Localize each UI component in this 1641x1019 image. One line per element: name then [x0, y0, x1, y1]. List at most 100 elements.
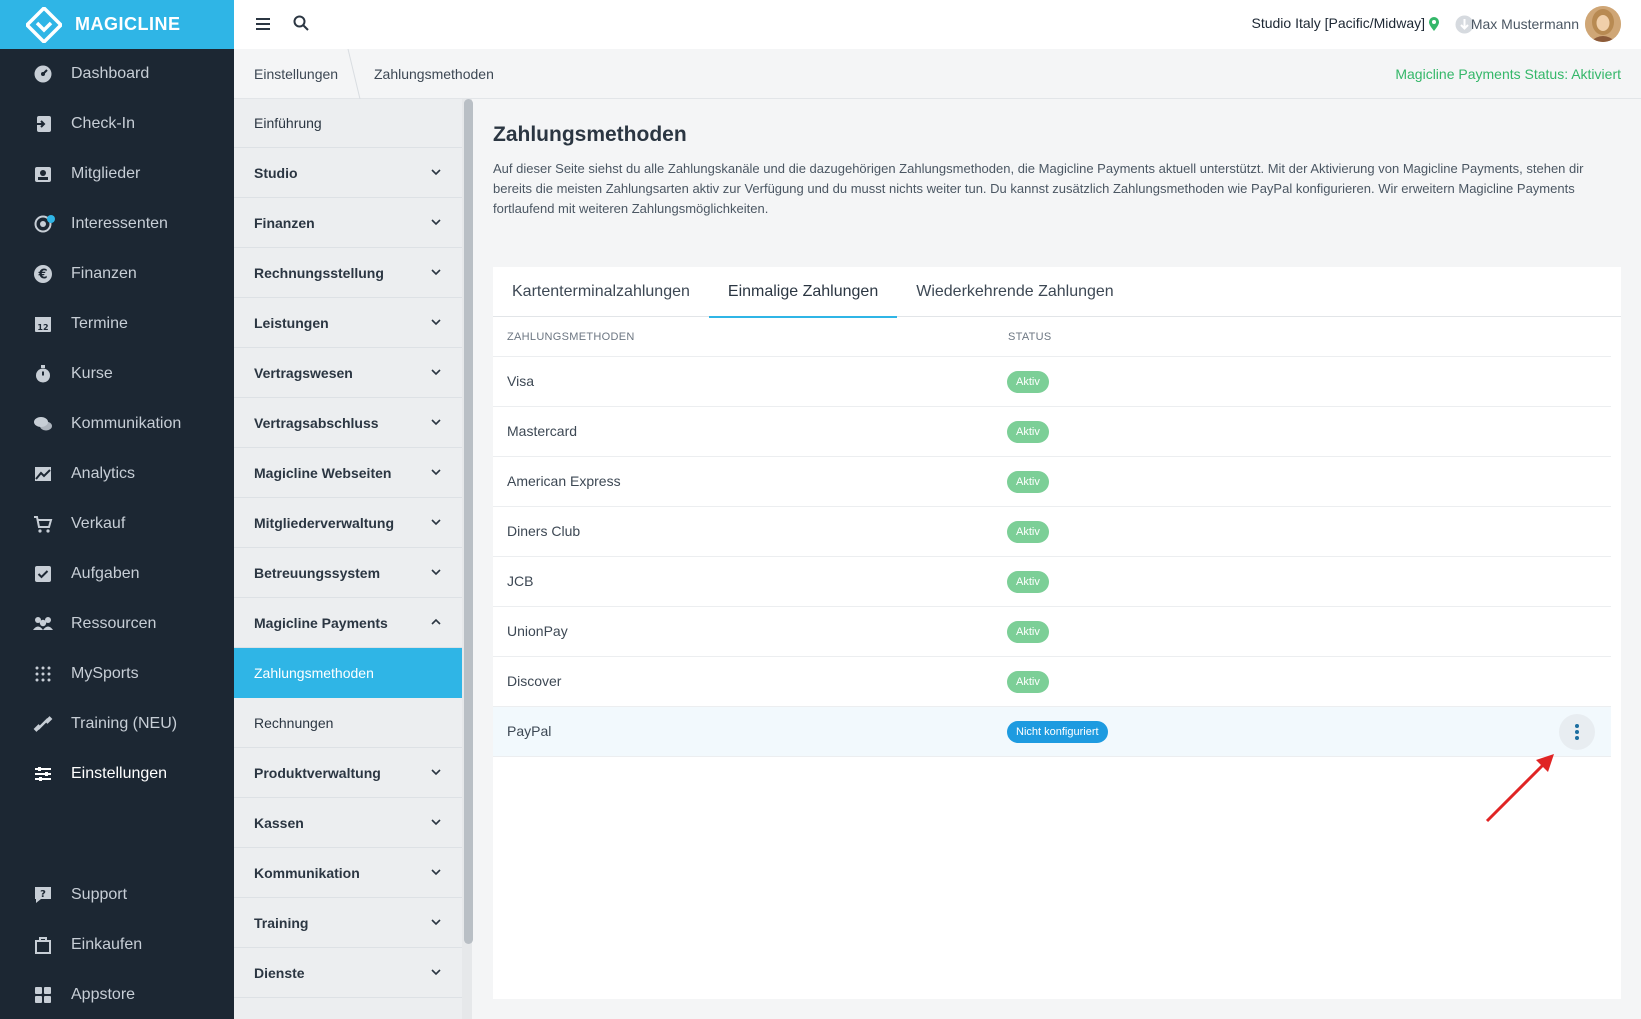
chevron-down-icon — [431, 519, 441, 526]
notification-dot — [47, 215, 55, 223]
chevron-down-icon — [431, 419, 441, 426]
submenu-item-betreuungssystem[interactable]: Betreuungssystem — [234, 548, 462, 598]
submenu-label: Vertragsabschluss — [254, 414, 379, 431]
nav-item-interessenten[interactable]: Interessenten — [0, 199, 234, 249]
checkbox-icon — [32, 563, 54, 585]
submenu-item-kommunikation[interactable]: Kommunikation — [234, 848, 462, 898]
submenu-label: Zahlungsmethoden — [254, 664, 374, 681]
submenu-item-dienste[interactable]: Dienste — [234, 948, 462, 998]
table-row[interactable]: Visa Aktiv — [493, 357, 1611, 407]
logo[interactable]: MAGICLINE — [0, 0, 234, 49]
submenu-item-mitgliederverwaltung[interactable]: Mitgliederverwaltung — [234, 498, 462, 548]
nav-item-dashboard[interactable]: Dashboard — [0, 49, 234, 99]
nav-item-analytics[interactable]: Analytics — [0, 449, 234, 499]
annotation-arrow-icon — [1485, 754, 1554, 823]
submenu-label: Dienste — [254, 964, 305, 981]
submenu-item-zahlungsmethoden[interactable]: Zahlungsmethoden — [234, 648, 462, 698]
nav-item-check-in[interactable]: Check-In — [0, 99, 234, 149]
submenu-item-rechnungen[interactable]: Rechnungen — [234, 698, 462, 748]
submenu-item-kassen[interactable]: Kassen — [234, 798, 462, 848]
table-row[interactable]: JCB Aktiv — [493, 557, 1611, 607]
user-name[interactable]: Max Mustermann — [1471, 16, 1579, 32]
search-icon[interactable] — [290, 12, 312, 34]
nav-item-aufgaben[interactable]: Aufgaben — [0, 549, 234, 599]
table-row-paypal[interactable]: PayPal Nicht konfiguriert — [493, 707, 1611, 757]
submenu-label: Vertragswesen — [254, 364, 353, 381]
nav-item-einkaufen[interactable]: Einkaufen — [0, 920, 234, 970]
payments-status: Magicline Payments Status: Aktiviert — [1395, 66, 1621, 82]
nav-label: Finanzen — [71, 265, 137, 282]
tab-kartenterminalzahlungen[interactable]: Kartenterminalzahlungen — [493, 267, 709, 317]
chevron-down-icon — [431, 769, 441, 776]
submenu-item-magicline-payments[interactable]: Magicline Payments — [234, 598, 462, 648]
submenu-item-studio[interactable]: Studio — [234, 148, 462, 198]
submenu-item-rechnungsstellung[interactable]: Rechnungsstellung — [234, 248, 462, 298]
chevron-down-icon — [431, 869, 441, 876]
submenu-item-magicline-webseiten[interactable]: Magicline Webseiten — [234, 448, 462, 498]
nav-item-termine[interactable]: 12 Termine — [0, 299, 234, 349]
studio-selector[interactable]: Studio Italy [Pacific/Midway] — [1251, 15, 1425, 31]
nav-item-support[interactable]: ? Support — [0, 870, 234, 920]
logo-text: MAGICLINE — [75, 14, 181, 34]
table-row[interactable]: American Express Aktiv — [493, 457, 1611, 507]
submenu-item-leistungen[interactable]: Leistungen — [234, 298, 462, 348]
nav-label: Mitglieder — [71, 165, 141, 182]
submenu-item-training[interactable]: Training — [234, 898, 462, 948]
submenu-item-produktverwaltung[interactable]: Produktverwaltung — [234, 748, 462, 798]
nav-item-mysports[interactable]: MySports — [0, 649, 234, 699]
avatar[interactable] — [1585, 6, 1621, 42]
nav-item-appstore[interactable]: Appstore — [0, 970, 234, 1019]
nav-label: Interessenten — [71, 215, 168, 232]
submenu-item-vertragswesen[interactable]: Vertragswesen — [234, 348, 462, 398]
dashboard-icon — [32, 63, 54, 85]
submenu-label: Training — [254, 914, 309, 931]
tab-wiederkehrende-zahlungen[interactable]: Wiederkehrende Zahlungen — [897, 267, 1132, 317]
chevron-down-icon — [431, 219, 441, 226]
table-row[interactable]: UnionPay Aktiv — [493, 607, 1611, 657]
nav-item-ressourcen[interactable]: Ressourcen — [0, 599, 234, 649]
nav-label: Training (NEU) — [71, 715, 178, 732]
status-badge: Aktiv — [1007, 421, 1049, 443]
submenu-label: Studio — [254, 164, 298, 181]
nav-item-einstellungen[interactable]: Einstellungen — [0, 749, 234, 799]
nav-item-kurse[interactable]: Kurse — [0, 349, 234, 399]
nav-item-training-neu[interactable]: Training (NEU) — [0, 699, 234, 749]
sliders-icon — [32, 763, 54, 785]
nav-item-verkauf[interactable]: Verkauf — [0, 499, 234, 549]
tab-einmalige-zahlungen[interactable]: Einmalige Zahlungen — [708, 267, 898, 318]
nav-item-mitglieder[interactable]: Mitglieder — [0, 149, 234, 199]
nav-label: Verkauf — [71, 515, 126, 532]
euro-icon: € — [32, 263, 54, 285]
breadcrumb-item-einstellungen[interactable]: Einstellungen — [254, 66, 338, 82]
payment-method-name: JCB — [507, 573, 534, 589]
nav-label: Kommunikation — [71, 415, 182, 432]
location-pin-icon — [1428, 16, 1440, 37]
apps-icon — [32, 984, 54, 1006]
submenu-item-finanzen[interactable]: Finanzen — [234, 198, 462, 248]
status-badge: Aktiv — [1007, 621, 1049, 643]
cart-icon — [32, 513, 54, 535]
people-icon — [32, 613, 54, 635]
table-row[interactable]: Diners Club Aktiv — [493, 507, 1611, 557]
more-options-button[interactable] — [1559, 714, 1595, 750]
table-row[interactable]: Mastercard Aktiv — [493, 407, 1611, 457]
page-title: Zahlungsmethoden — [493, 123, 687, 146]
nav-item-kommunikation[interactable]: Kommunikation — [0, 399, 234, 449]
tab-bar: Kartenterminalzahlungen Einmalige Zahlun… — [493, 267, 1621, 318]
column-header-zahlungsmethoden: ZAHLUNGSMETHODEN — [507, 331, 635, 343]
status-badge: Aktiv — [1007, 521, 1049, 543]
submenu-scrollbar[interactable] — [462, 99, 473, 1019]
table-row[interactable]: Discover Aktiv — [493, 657, 1611, 707]
submenu-item-vertragsabschluss[interactable]: Vertragsabschluss — [234, 398, 462, 448]
payment-method-name: PayPal — [507, 723, 552, 739]
submenu-item-einfuehrung[interactable]: Einführung — [234, 99, 462, 148]
nav-label: Aufgaben — [71, 565, 140, 582]
status-badge: Aktiv — [1007, 571, 1049, 593]
column-header-status: STATUS — [1008, 331, 1052, 343]
nav-label: Analytics — [71, 465, 136, 482]
menu-toggle-icon[interactable] — [252, 13, 274, 35]
nav-item-finanzen[interactable]: € Finanzen — [0, 249, 234, 299]
payment-method-name: American Express — [507, 473, 621, 489]
dots-grid-icon — [32, 663, 54, 685]
status-badge: Nicht konfiguriert — [1007, 721, 1108, 743]
